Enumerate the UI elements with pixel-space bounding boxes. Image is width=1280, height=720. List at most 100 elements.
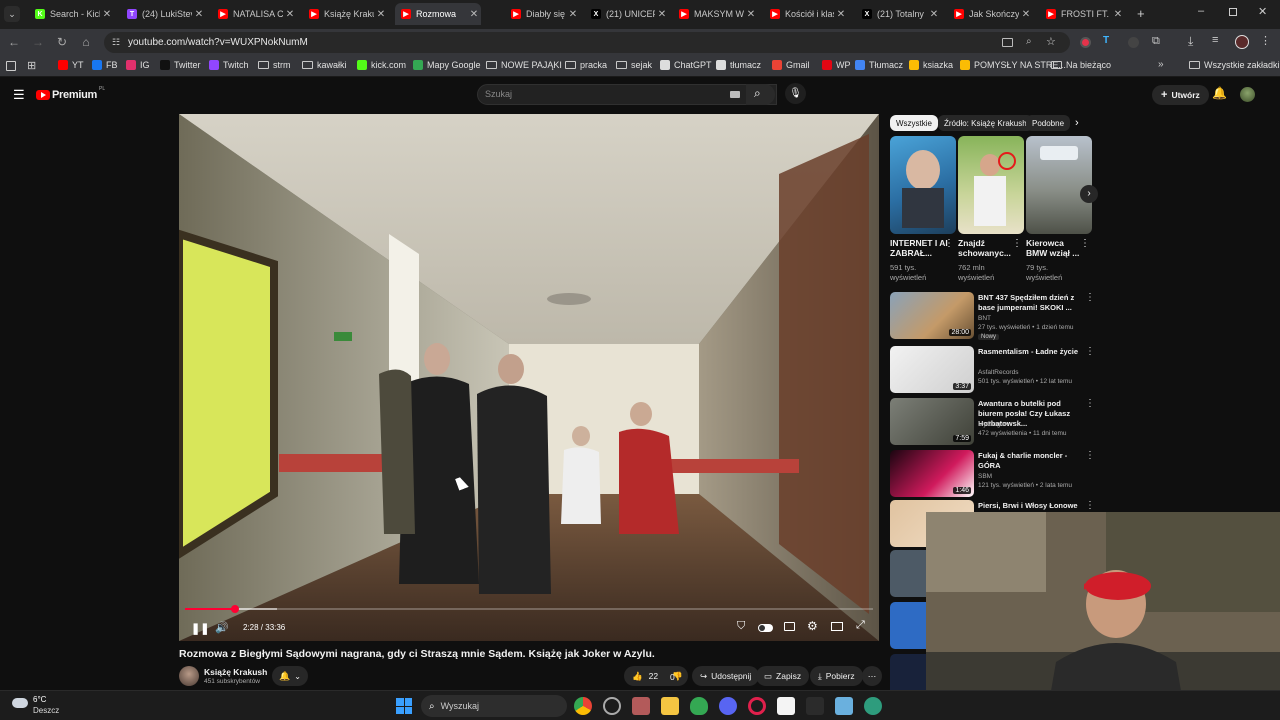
browser-tab[interactable]: ▶ NATALISA CI ✕ [212, 3, 297, 25]
app-icon[interactable] [632, 697, 650, 715]
forward-icon[interactable]: → [30, 34, 46, 50]
bookmark-star-icon[interactable]: ☆ [1046, 35, 1056, 48]
more-actions-button[interactable]: ⋯ [862, 666, 882, 686]
browser-tab[interactable]: ▶ Diabły się kł✕ [505, 3, 580, 25]
related-video-channel[interactable]: SBM [978, 473, 992, 480]
opera-gx-icon[interactable] [748, 697, 766, 715]
related-video-title[interactable]: Fukaj & charlie moncler - GÓRA [978, 451, 1082, 471]
pause-icon[interactable]: ❚❚ [191, 622, 209, 635]
channel-name[interactable]: Książę Krakush [204, 667, 267, 677]
bookmark-item[interactable]: strm [258, 60, 291, 70]
related-video-title[interactable]: BNT 437 Spędziłem dzień z base jumperami… [978, 293, 1082, 313]
related-video[interactable]: 3:37 Rasmentalism - Ładne życie AsfaltReco… [890, 346, 1095, 396]
volume-icon[interactable]: 🔊 [215, 621, 229, 634]
tab-close-icon[interactable]: ✕ [834, 9, 848, 20]
profile-avatar[interactable] [1235, 35, 1249, 49]
browser-tab[interactable]: ▶ MAKSYM W ✕ [673, 3, 758, 25]
discord-icon[interactable] [719, 697, 737, 715]
short-menu-icon[interactable]: ⋮ [1080, 238, 1090, 249]
tab-close-icon[interactable]: ✕ [374, 9, 388, 20]
chrome-app-icon[interactable] [574, 697, 592, 715]
tab-search-button[interactable]: ⌄ [4, 6, 20, 22]
progress-track[interactable] [185, 605, 873, 613]
tab-close-icon[interactable]: ✕ [655, 9, 669, 20]
related-video-channel[interactable]: AsfaltRecords [978, 369, 1018, 376]
tab-close-icon[interactable]: ✕ [744, 9, 758, 20]
bookmark-item[interactable]: POMYSŁY NA STRE... [960, 60, 1066, 70]
short-menu-icon[interactable]: ⋮ [944, 238, 954, 249]
more-bookmarks-icon[interactable]: » [1158, 59, 1164, 70]
extension-record-icon[interactable] [1080, 37, 1091, 48]
reading-list-icon[interactable]: ≡ [1212, 34, 1218, 46]
theater-mode-icon[interactable] [831, 622, 843, 631]
related-video[interactable]: 7:59 Awantura o butelki pod biurem posła!… [890, 398, 1095, 448]
related-video[interactable]: 28:00 BNT 437 Spędziłem dzień z base jump… [890, 292, 1095, 342]
video-thumbnail[interactable]: 3:37 [890, 346, 974, 393]
video-menu-icon[interactable]: ⋮ [1085, 450, 1095, 461]
video-menu-icon[interactable]: ⋮ [1085, 346, 1095, 357]
app-icon[interactable] [806, 697, 824, 715]
sponsor-shield-icon[interactable]: ⛉ [737, 620, 745, 633]
video-menu-icon[interactable]: ⋮ [1085, 398, 1095, 409]
browser-tab[interactable]: K Search - Kick ✕ [29, 3, 114, 25]
browser-tab[interactable]: ▶ Książę Krakus✕ [303, 3, 388, 25]
restore-window-icon[interactable] [1229, 8, 1237, 16]
tab-close-icon[interactable]: ✕ [283, 9, 297, 20]
taskbar-search-input[interactable]: ⌕ Wyszukaj [421, 695, 567, 717]
browser-tab[interactable]: ▶ Rozmowa ✕ [395, 3, 481, 25]
tab-close-icon[interactable]: ✕ [927, 9, 941, 20]
filter-chip[interactable]: Źródło: Książę Krakush [938, 115, 1033, 131]
minimize-window-icon[interactable]: – [1198, 5, 1204, 17]
tab-close-icon[interactable]: ✕ [1111, 9, 1125, 20]
bookmark-item[interactable]: WP [822, 60, 851, 70]
video-thumbnail[interactable]: 7:59 [890, 398, 974, 445]
video-menu-icon[interactable]: ⋮ [1085, 292, 1095, 303]
download-button[interactable]: ⤓ Pobierz [810, 666, 863, 686]
chips-next-icon[interactable]: › [1075, 117, 1079, 129]
bookmark-item[interactable]: NOWE PAJĄKI [486, 60, 562, 70]
channel-avatar[interactable] [179, 666, 199, 686]
extensions-puzzle-icon[interactable]: ⧉ [1152, 35, 1160, 48]
app-icon[interactable] [603, 697, 621, 715]
sidebar-toggle-icon[interactable] [6, 61, 16, 71]
youtube-logo[interactable]: Premium PL [36, 86, 105, 101]
related-video-channel[interactable]: BNT [978, 315, 991, 322]
bookmark-item[interactable]: FB [92, 60, 118, 70]
extension-translate-icon[interactable]: T [1103, 35, 1109, 46]
short-thumbnail[interactable] [1026, 136, 1092, 234]
fullscreen-icon[interactable]: ⤢ [856, 619, 865, 632]
search-button[interactable]: ⌕ [746, 84, 775, 105]
browser-menu-icon[interactable]: ⋮ [1260, 34, 1271, 47]
short-menu-icon[interactable]: ⋮ [1012, 238, 1022, 249]
address-bar[interactable]: ☷ youtube.com/watch?v=WUXPNokNumM ⌕ ☆ [104, 32, 1070, 53]
browser-tab[interactable]: X (21) Totalny ✕ [856, 3, 941, 25]
bookmark-item[interactable]: Na bieżąco [1051, 60, 1111, 70]
video-thumbnail[interactable] [890, 550, 926, 597]
bookmark-item[interactable]: pracka [565, 60, 607, 70]
guide-menu-icon[interactable]: ☰ [13, 87, 25, 103]
bookmark-item[interactable]: Mapy Google [413, 60, 481, 70]
keyboard-icon[interactable] [730, 91, 740, 98]
bookmark-item[interactable]: kick.com [357, 60, 406, 70]
bookmark-item[interactable]: sejak [616, 60, 652, 70]
downloads-icon[interactable]: ⤓ [1188, 34, 1193, 49]
bookmark-item[interactable]: ChatGPT [660, 60, 712, 70]
home-icon[interactable]: ⌂ [78, 34, 94, 50]
browser-tab[interactable]: ▶ Jak Skończył ✕ [948, 3, 1033, 25]
autoplay-toggle[interactable] [758, 624, 773, 632]
filter-chip[interactable]: Podobne [1026, 115, 1071, 131]
bookmark-item[interactable]: Tłumacz [855, 60, 903, 70]
browser-tab[interactable]: T (24) LukiSteve✕ [121, 3, 206, 25]
cast-icon[interactable] [1002, 38, 1013, 47]
windows-start-icon[interactable] [396, 698, 412, 714]
short-title[interactable]: INTERNET I AI ZABRAŁ... [890, 238, 948, 258]
bookmark-item[interactable]: Twitch [209, 60, 249, 70]
extension-circle-icon[interactable] [1128, 37, 1139, 48]
bookmark-item[interactable]: Twitter [160, 60, 201, 70]
progress-scrubber[interactable] [231, 605, 240, 613]
close-window-icon[interactable]: ✕ [1258, 5, 1267, 18]
create-button[interactable]: + Utwórz [1152, 85, 1209, 105]
bookmark-item[interactable]: ksiazka [909, 60, 953, 70]
app-icon[interactable] [777, 697, 795, 715]
video-thumbnail[interactable] [890, 602, 926, 649]
